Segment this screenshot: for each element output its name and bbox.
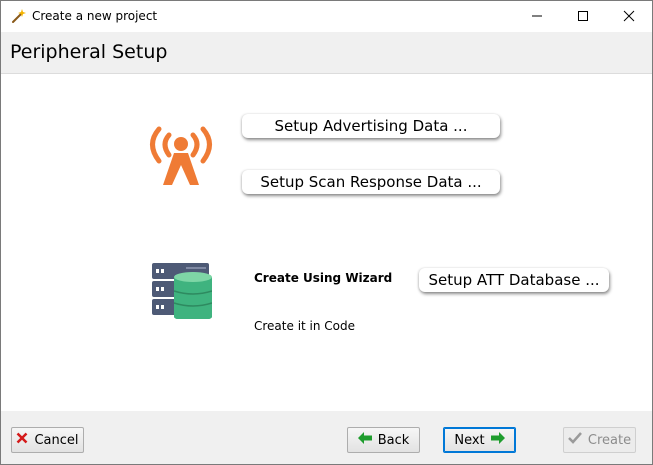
cancel-label: Cancel <box>34 432 79 448</box>
create-in-code-label: Create it in Code <box>254 319 356 333</box>
cancel-x-icon <box>16 432 28 448</box>
setup-advertising-data-button[interactable]: Setup Advertising Data ... <box>242 114 500 138</box>
back-label: Back <box>377 432 410 448</box>
next-button[interactable]: Next <box>443 427 516 453</box>
setup-att-database-button[interactable]: Setup ATT Database ... <box>419 268 609 292</box>
footer-bar: Cancel Back Next Create <box>1 411 652 464</box>
page-header: Peripheral Setup <box>1 32 652 73</box>
broadcast-tower-icon <box>147 125 215 191</box>
setup-scan-response-data-button[interactable]: Setup Scan Response Data ... <box>242 170 500 194</box>
checkmark-icon <box>568 432 582 448</box>
content-panel: Setup Advertising Data ... Setup Scan Re… <box>1 73 652 412</box>
server-database-icon <box>152 263 213 323</box>
arrow-right-icon <box>490 432 505 448</box>
next-label: Next <box>454 432 485 448</box>
cancel-button[interactable]: Cancel <box>11 427 84 453</box>
minimize-icon <box>531 7 543 26</box>
create-label: Create <box>587 432 632 448</box>
maximize-icon <box>577 7 589 26</box>
arrow-left-icon <box>357 432 372 448</box>
window-title: Create a new project <box>32 9 158 23</box>
title-bar: Create a new project <box>1 1 652 32</box>
project-wizard-window: Create a new project Peripheral Setup Se… <box>0 0 653 465</box>
back-button[interactable]: Back <box>347 427 420 453</box>
close-icon <box>623 7 635 26</box>
magic-wand-icon <box>10 8 26 24</box>
create-using-wizard-label: Create Using Wizard <box>254 271 393 285</box>
close-button[interactable] <box>606 1 652 32</box>
minimize-button[interactable] <box>514 1 560 32</box>
maximize-button[interactable] <box>560 1 606 32</box>
page-title: Peripheral Setup <box>10 41 168 63</box>
create-button[interactable]: Create <box>563 427 636 453</box>
